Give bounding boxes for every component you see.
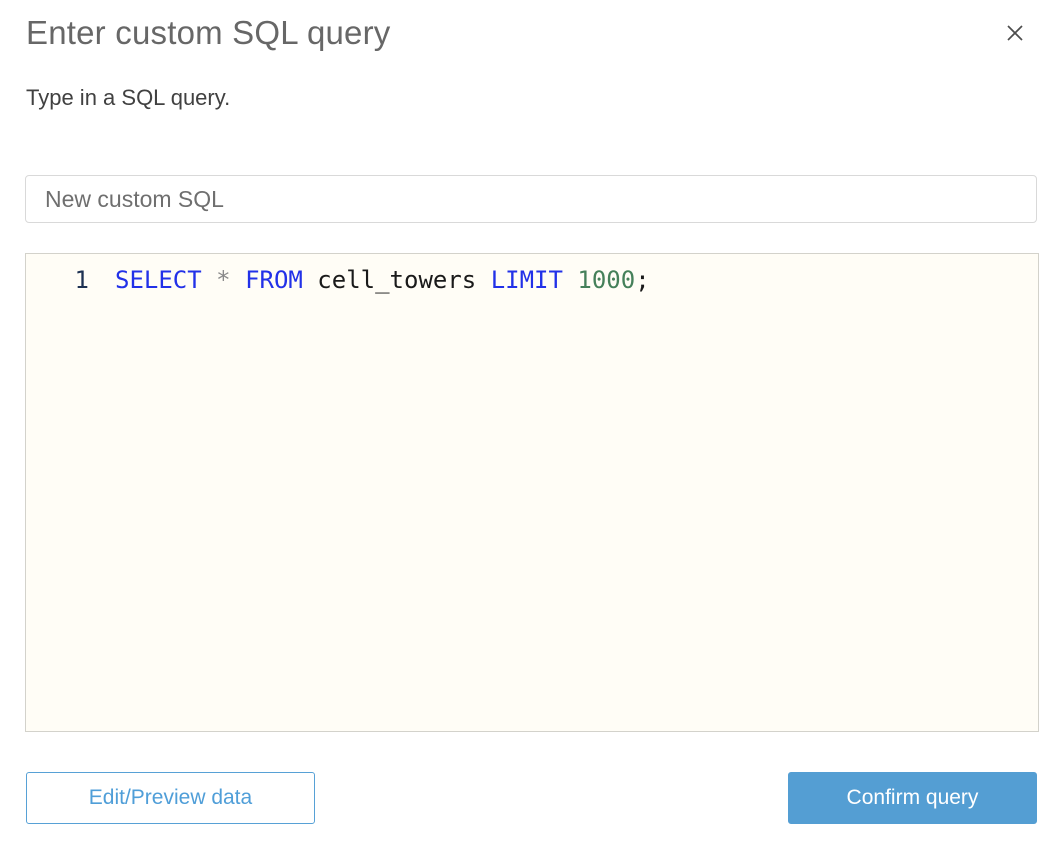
confirm-query-button[interactable]: Confirm query xyxy=(788,772,1037,824)
query-name-input[interactable] xyxy=(25,175,1037,223)
code-token-keyword: FROM xyxy=(245,266,303,294)
sql-code-editor[interactable]: 1 SELECT * FROM cell_towers LIMIT 1000; xyxy=(25,253,1039,732)
custom-sql-dialog: Enter custom SQL query Type in a SQL que… xyxy=(0,0,1061,845)
code-text: SELECT * FROM cell_towers LIMIT 1000; xyxy=(115,263,650,297)
line-number: 1 xyxy=(74,266,89,294)
edit-preview-data-button[interactable]: Edit/Preview data xyxy=(26,772,315,824)
code-line: 1 SELECT * FROM cell_towers LIMIT 1000; xyxy=(26,263,1038,297)
code-token-operator: * xyxy=(216,266,231,294)
dialog-subtitle: Type in a SQL query. xyxy=(26,85,231,110)
dialog-title: Enter custom SQL query xyxy=(26,14,391,51)
code-token-plain: cell_towers xyxy=(302,266,491,294)
code-token-keyword: LIMIT xyxy=(490,266,563,294)
close-icon xyxy=(1004,22,1026,44)
code-token-keyword: SELECT xyxy=(115,266,202,294)
code-lines: 1 SELECT * FROM cell_towers LIMIT 1000; xyxy=(26,263,1038,297)
code-token-plain: ; xyxy=(635,266,650,294)
close-button[interactable] xyxy=(1000,18,1030,48)
code-token-number: 1000 xyxy=(577,266,636,294)
